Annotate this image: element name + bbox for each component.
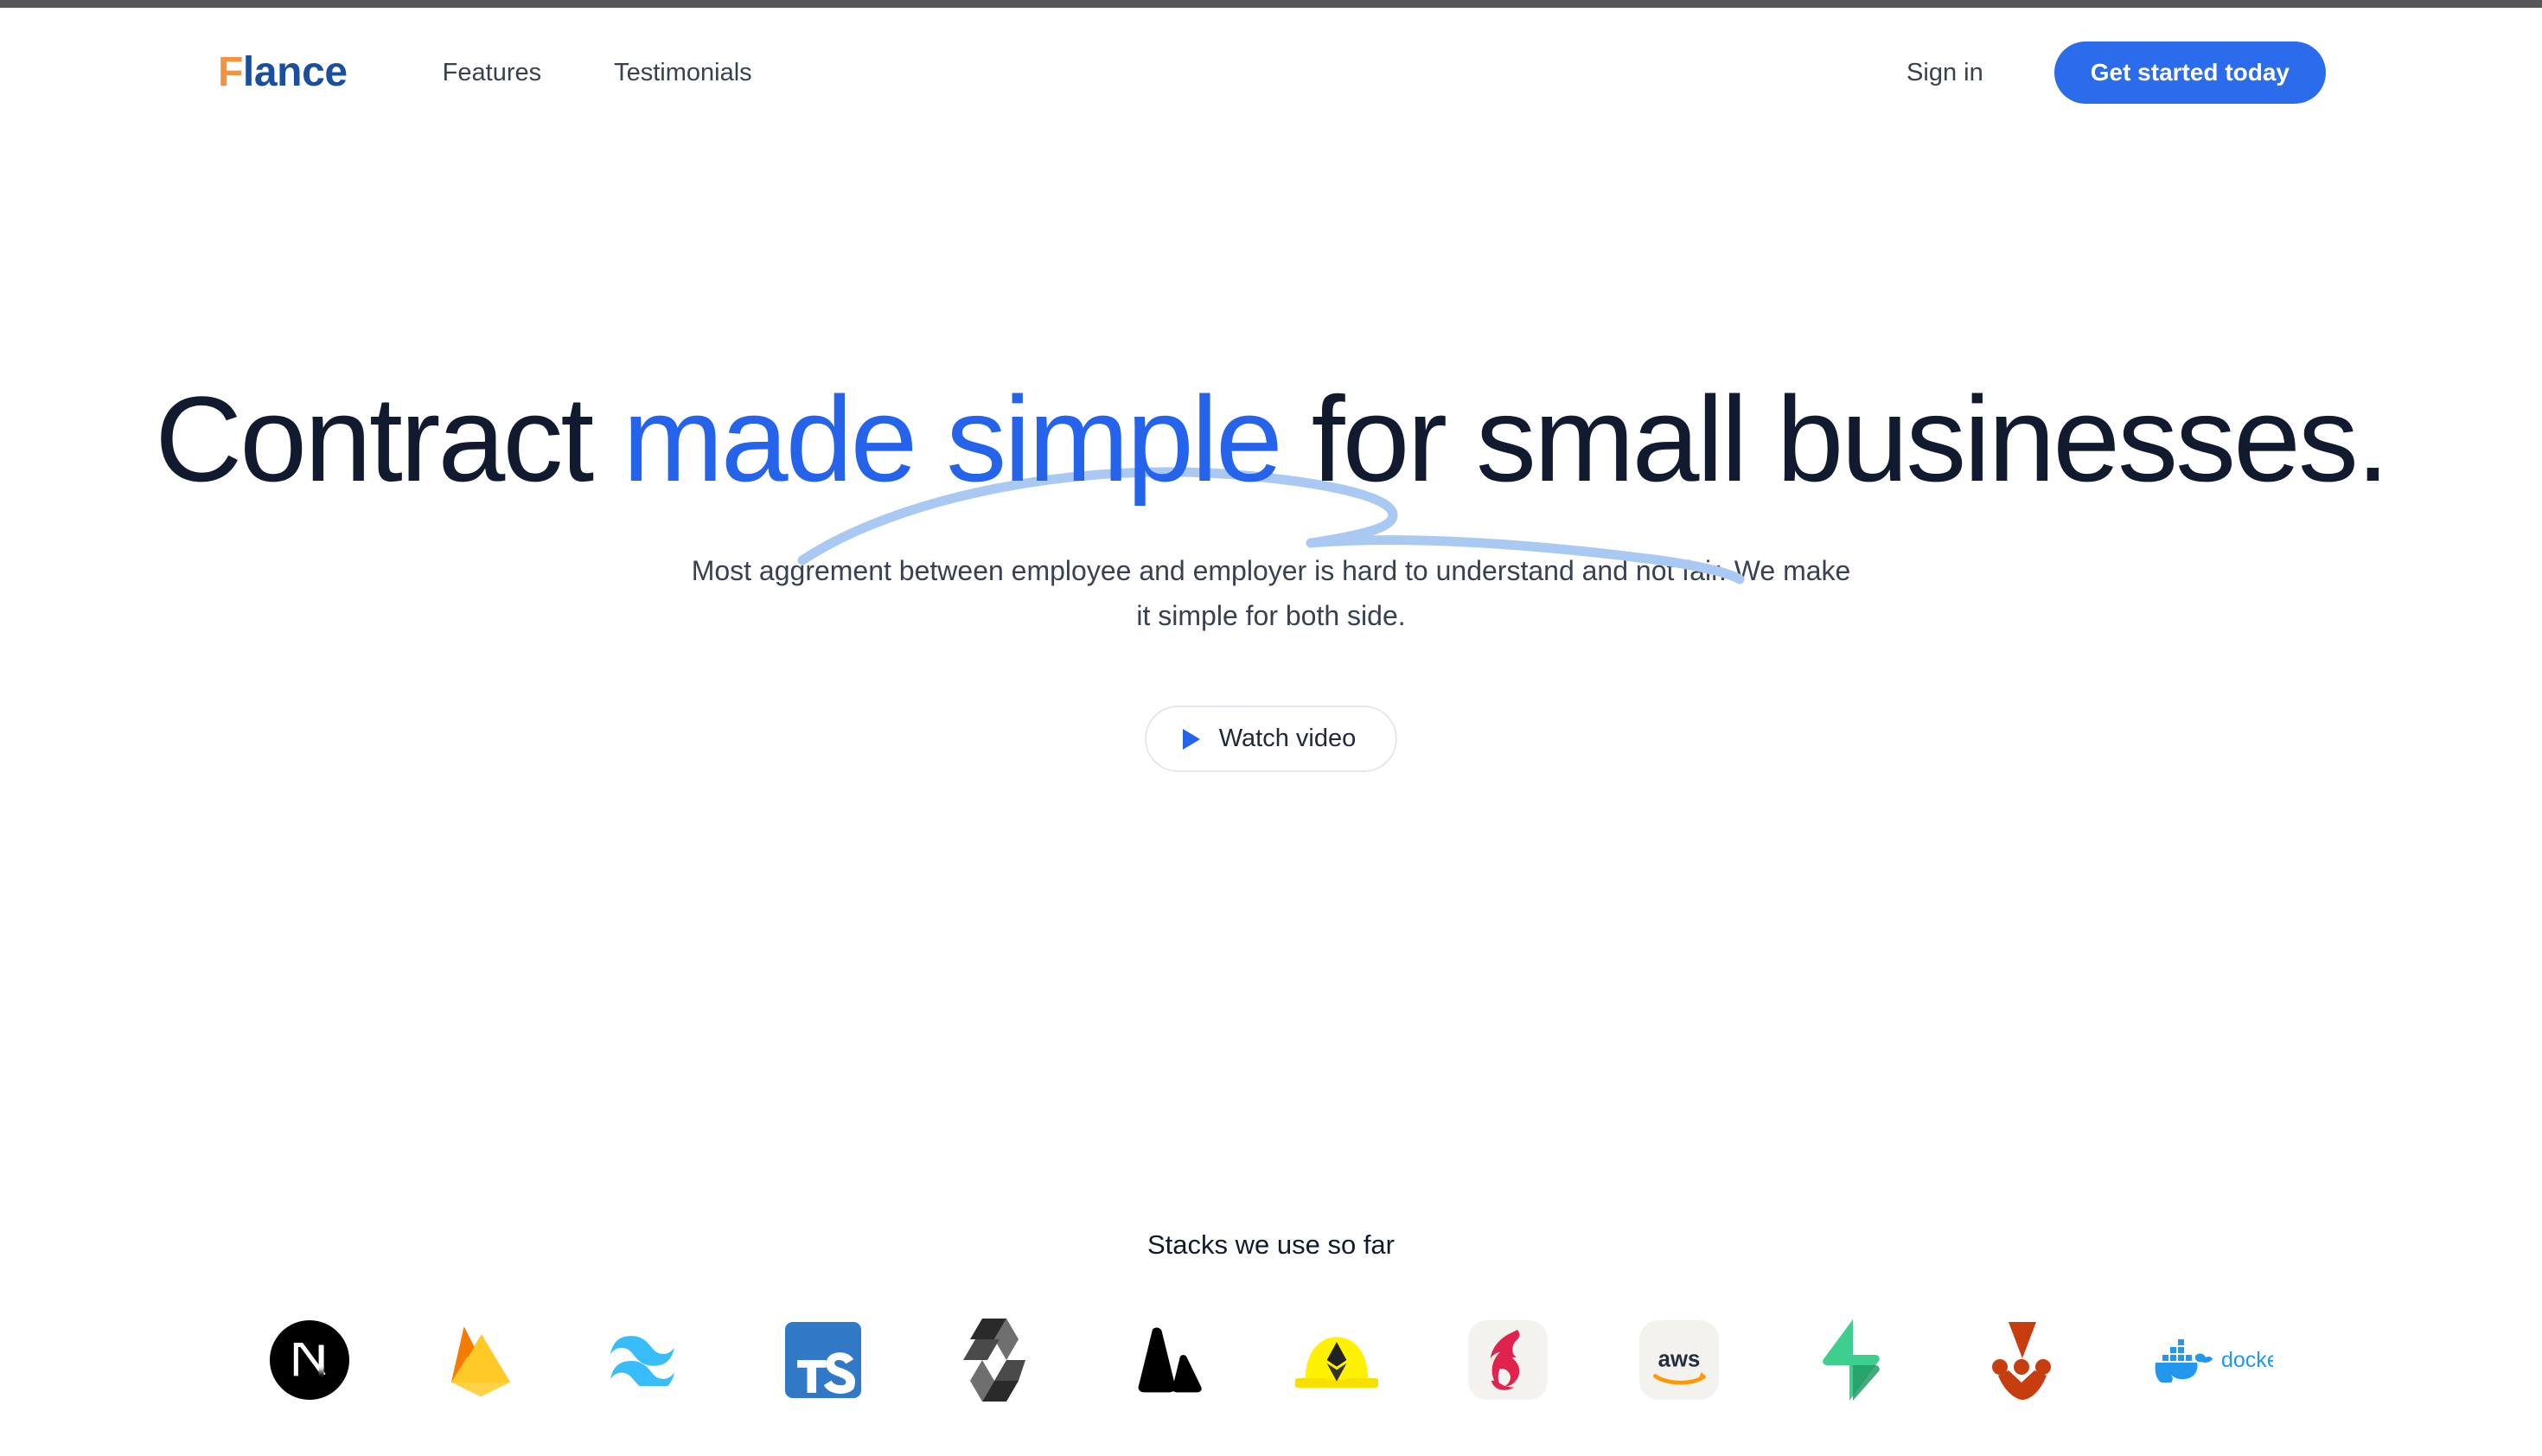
stack-logo-item[interactable]: [1121, 1315, 1210, 1405]
stack-logo-item[interactable]: [1805, 1315, 1895, 1405]
brand-logo[interactable]: Flance: [218, 52, 348, 93]
header-actions: Sign in Get started today: [1906, 42, 2326, 104]
hero-actions: Watch video: [0, 706, 2542, 773]
landing-page: Flance Features Testimonials Sign in Get…: [0, 0, 2542, 1456]
stacks-section: Stacks we use so far aws docke: [0, 1231, 2542, 1412]
stack-logo-item[interactable]: [778, 1315, 868, 1405]
brand-logo-prefix: F: [218, 49, 243, 95]
headline-wrapper: Contract made simple for small businesse…: [155, 371, 2390, 584]
stack-logo-item[interactable]: [1292, 1315, 1382, 1405]
solidity-logo-icon: [963, 1319, 1025, 1402]
svg-text:aws: aws: [1658, 1347, 1701, 1371]
svg-text:docker: docker: [2221, 1348, 2273, 1372]
stack-logo-item[interactable]: [607, 1315, 697, 1405]
browser-chrome-strip: [0, 0, 2542, 8]
stack-logo-item[interactable]: [949, 1315, 1039, 1405]
site-header: Flance Features Testimonials Sign in Get…: [0, 8, 2542, 137]
stacks-title: Stacks we use so far: [1146, 1229, 1395, 1260]
headline-part-2: for small businesses.: [1280, 371, 2390, 507]
sign-in-link[interactable]: Sign in: [1906, 60, 1983, 86]
get-started-button[interactable]: Get started today: [2053, 42, 2326, 104]
supabase-logo-icon: [1823, 1319, 1880, 1401]
watch-video-button[interactable]: Watch video: [1144, 706, 1398, 773]
hero-section: Contract made simple for small businesse…: [0, 371, 2542, 773]
stack-logo-item[interactable]: [1977, 1315, 2066, 1405]
nestjs-logo-icon: [1468, 1320, 1548, 1400]
typescript-logo-icon: [785, 1322, 861, 1398]
headline-accent: made simple: [623, 371, 1283, 507]
stack-logo-item[interactable]: docker: [2148, 1315, 2277, 1405]
headline-part-1: Contract: [155, 371, 623, 507]
stack-logo-item[interactable]: [265, 1315, 354, 1405]
watch-video-label: Watch video: [1218, 725, 1357, 753]
stack-logo-item[interactable]: [436, 1315, 526, 1405]
docker-logo-icon: docker: [2155, 1339, 2273, 1383]
stacks-logo-row: aws docke: [0, 1308, 2542, 1412]
primary-nav: Features Testimonials: [443, 60, 752, 86]
jest-logo-icon: [1992, 1322, 2051, 1400]
stack-logo-item[interactable]: aws: [1634, 1315, 1724, 1405]
nav-link-features[interactable]: Features: [443, 60, 541, 86]
brand-logo-rest: lance: [242, 49, 348, 95]
stack-logo-item[interactable]: [1463, 1315, 1553, 1405]
tailwindcss-logo-icon: [610, 1336, 674, 1386]
hardhat-logo-icon: [1295, 1337, 1378, 1389]
page-title: Contract made simple for small businesse…: [155, 371, 2390, 508]
play-icon: [1182, 728, 1200, 750]
nextjs-logo-icon: [270, 1320, 349, 1400]
firebase-logo-icon: [450, 1326, 511, 1397]
nav-link-testimonials[interactable]: Testimonials: [614, 60, 752, 86]
hero-subheading: Most aggrement between employee and empl…: [691, 554, 1851, 631]
aws-logo-icon: aws: [1639, 1320, 1719, 1400]
alchemy-logo-icon: [1138, 1327, 1202, 1393]
